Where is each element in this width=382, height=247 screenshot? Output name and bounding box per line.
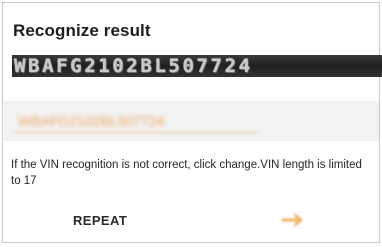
dialog-title: Recognize result	[13, 21, 151, 40]
vin-input-underline	[12, 132, 259, 133]
confirm-button[interactable]	[275, 209, 309, 231]
vin-hint-text: If the VIN recognition is not correct, c…	[11, 159, 362, 187]
recognize-result-dialog: Recognize result WBAFG2102BL507724 WBAFG…	[2, 2, 382, 243]
repeat-button[interactable]: REPEAT	[73, 211, 127, 231]
vin-photo-strip: WBAFG2102BL507724	[12, 55, 382, 77]
vin-input-value: WBAFG2102BL507724	[18, 113, 165, 129]
arrow-right-icon	[275, 209, 309, 231]
vin-input-field[interactable]: WBAFG2102BL507724	[4, 101, 379, 141]
vin-photo-text: WBAFG2102BL507724	[14, 55, 253, 77]
